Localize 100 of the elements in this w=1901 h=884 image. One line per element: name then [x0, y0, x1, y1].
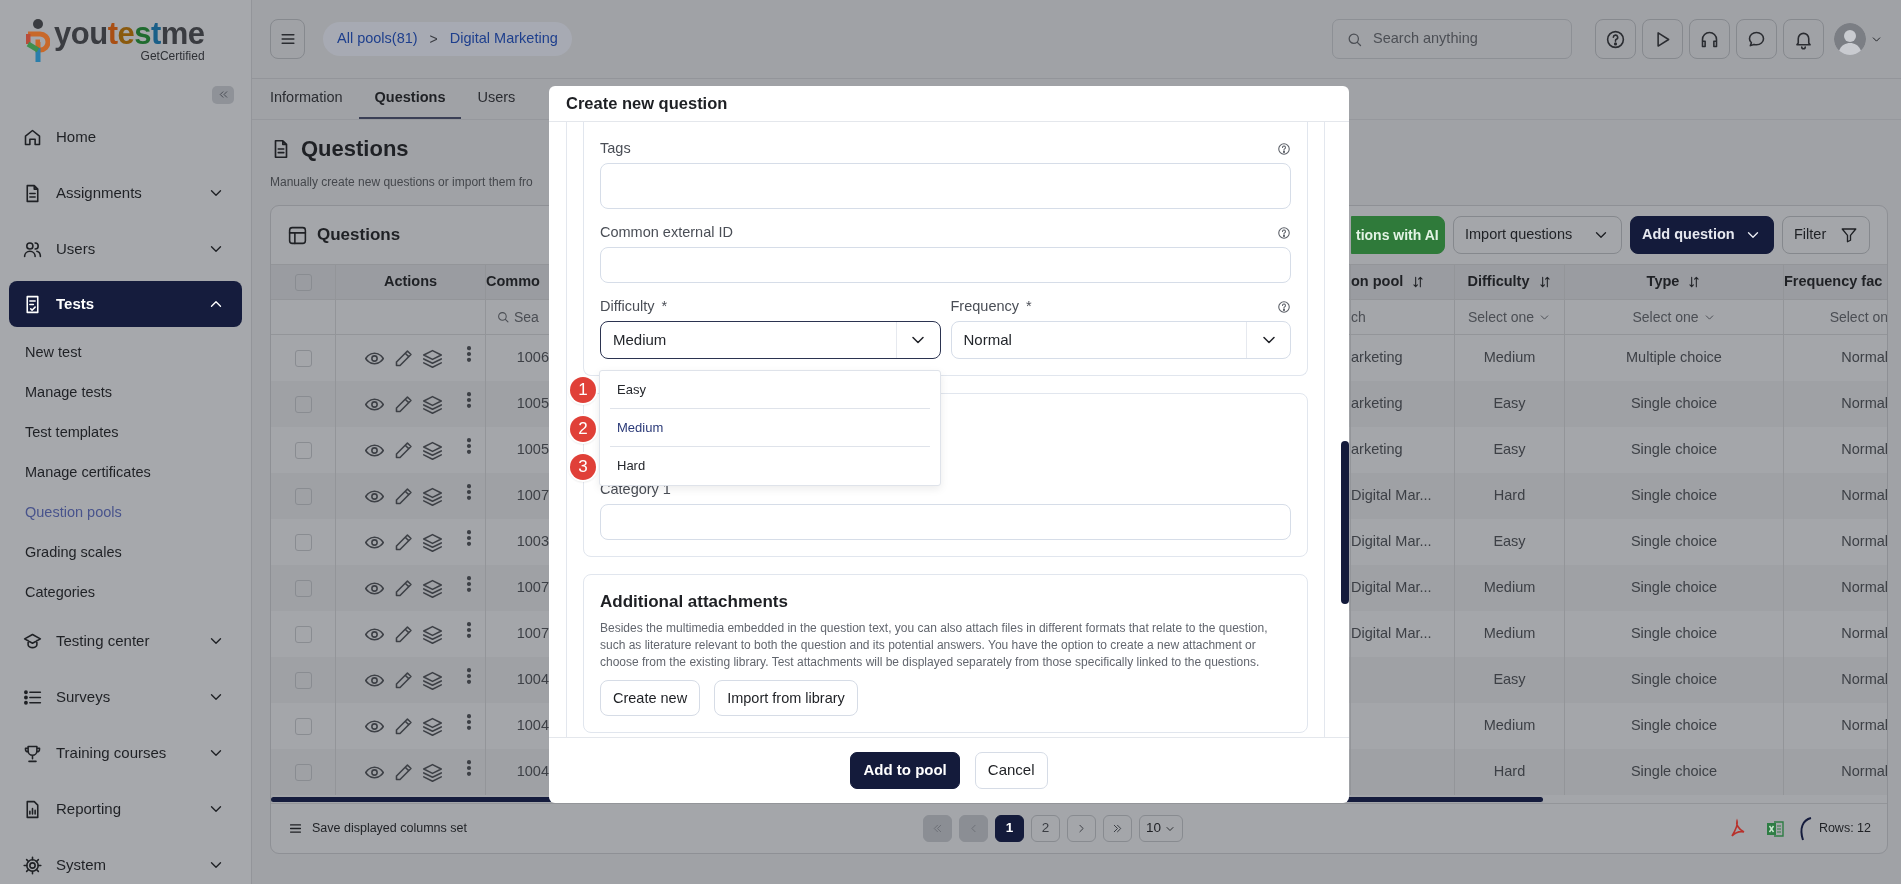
- help-icon[interactable]: [1277, 142, 1291, 156]
- cancel-button[interactable]: Cancel: [974, 752, 1048, 789]
- sidebar-item[interactable]: Users: [0, 221, 251, 277]
- spreadsheet-icon[interactable]: [1764, 818, 1785, 839]
- headset-button[interactable]: [1689, 19, 1730, 59]
- tags-field[interactable]: [600, 163, 1291, 209]
- sidebar-item[interactable]: Reporting: [0, 781, 251, 837]
- sidebar-item[interactable]: System: [0, 837, 251, 884]
- submenu-item[interactable]: Manage tests: [0, 373, 251, 413]
- attachment-button[interactable]: Create new: [600, 680, 701, 717]
- add-to-pool-button[interactable]: Add to pool: [850, 752, 960, 789]
- external-id-field[interactable]: [600, 247, 1291, 283]
- column-header[interactable]: Type: [1646, 271, 1680, 293]
- avatar[interactable]: [1834, 23, 1866, 55]
- row-checkbox[interactable]: [294, 441, 312, 459]
- sidebar-item[interactable]: Testing center: [0, 613, 251, 669]
- submenu-item[interactable]: Test templates: [0, 413, 251, 453]
- layers-icon[interactable]: [422, 531, 443, 553]
- dropdown-option[interactable]: Hard: [610, 447, 930, 485]
- table-cell-text: 1004: [516, 716, 549, 736]
- layers-icon[interactable]: [422, 439, 443, 461]
- layers-icon[interactable]: [422, 623, 443, 645]
- help-icon[interactable]: [1277, 300, 1291, 314]
- row-checkbox[interactable]: [294, 533, 312, 551]
- edit-icon[interactable]: [393, 347, 414, 369]
- row-checkbox[interactable]: [294, 349, 312, 367]
- layers-icon[interactable]: [422, 715, 443, 737]
- layers-icon[interactable]: [422, 485, 443, 507]
- edit-icon[interactable]: [393, 623, 414, 645]
- layers-icon[interactable]: [422, 577, 443, 599]
- column-header[interactable]: Difficulty: [1467, 271, 1530, 293]
- submenu-item[interactable]: Manage certificates: [0, 453, 251, 493]
- table-cell-text: 1003: [516, 532, 549, 552]
- submenu-item[interactable]: New test: [0, 333, 251, 373]
- scrollbar[interactable]: [1341, 441, 1349, 604]
- edit-icon[interactable]: [393, 531, 414, 553]
- import-button[interactable]: Import questions: [1453, 216, 1622, 254]
- sidebar-item[interactable]: Surveys: [0, 669, 251, 725]
- layers-icon[interactable]: [422, 761, 443, 783]
- layers-icon[interactable]: [422, 669, 443, 691]
- sidebar-item[interactable]: Home: [0, 109, 251, 165]
- submenu-item[interactable]: Categories: [0, 573, 251, 613]
- chat-button[interactable]: [1736, 19, 1777, 59]
- category-field[interactable]: [600, 504, 1291, 540]
- edit-icon[interactable]: [393, 715, 414, 737]
- layers-icon[interactable]: [422, 393, 443, 415]
- layers-icon[interactable]: [422, 347, 443, 369]
- required-mark: *: [661, 297, 668, 317]
- ai-generate-button[interactable]: tions with AI: [1351, 216, 1445, 254]
- breadcrumb-link[interactable]: Digital Marketing: [449, 28, 558, 50]
- breadcrumb-link[interactable]: All pools(81): [337, 28, 418, 50]
- menu-button[interactable]: [270, 19, 305, 59]
- table-cell-text: Single choice: [1630, 762, 1718, 782]
- select-field[interactable]: Normal: [950, 321, 1291, 359]
- row-checkbox[interactable]: [294, 625, 312, 643]
- filter-field[interactable]: Sea: [514, 306, 539, 328]
- page-button[interactable]: 2: [1030, 815, 1060, 842]
- table-cell-text: Medium: [1483, 578, 1536, 598]
- sort-icon[interactable]: [1687, 275, 1702, 289]
- filter-button[interactable]: Filter: [1782, 216, 1870, 254]
- filter-select[interactable]: Select on: [1829, 306, 1887, 328]
- notifications-button[interactable]: [1783, 19, 1824, 59]
- table-cell-text: Digital Mar...: [1351, 532, 1432, 552]
- help-button[interactable]: [1595, 19, 1636, 59]
- edit-icon[interactable]: [393, 393, 414, 415]
- add-question-button[interactable]: Add question: [1630, 216, 1774, 254]
- column-header: Frequency fac: [1784, 272, 1883, 292]
- tab[interactable]: Users: [461, 79, 532, 119]
- save-columns-link[interactable]: Save displayed columns set: [312, 819, 467, 838]
- sort-icon[interactable]: [1537, 275, 1552, 289]
- row-checkbox[interactable]: [294, 717, 312, 735]
- required-mark: *: [1026, 297, 1032, 317]
- page-size-select[interactable]: 10: [1138, 815, 1183, 842]
- filter-select[interactable]: Select one: [1467, 306, 1535, 328]
- page-button[interactable]: 1: [994, 815, 1024, 842]
- attachment-button[interactable]: Import from library: [714, 680, 858, 717]
- table-cell-text: 1004: [516, 670, 549, 690]
- filter-field[interactable]: ch: [1351, 306, 1366, 328]
- table-cell-text: Multiple choice: [1626, 348, 1722, 368]
- edit-icon[interactable]: [393, 761, 414, 783]
- dropdown-option[interactable]: Easy: [610, 371, 930, 409]
- sidebar-item[interactable]: Training courses: [0, 725, 251, 781]
- edit-icon[interactable]: [393, 577, 414, 599]
- edit-icon[interactable]: [393, 439, 414, 461]
- pdf-icon[interactable]: [1728, 817, 1747, 840]
- edit-icon[interactable]: [393, 485, 414, 507]
- sidebar-item[interactable]: Assignments: [0, 165, 251, 221]
- edit-icon[interactable]: [393, 669, 414, 691]
- tab[interactable]: Information: [254, 79, 359, 119]
- play-button[interactable]: [1642, 19, 1683, 59]
- filter-select[interactable]: Select one: [1632, 306, 1699, 328]
- sort-icon[interactable]: [1411, 275, 1426, 289]
- tab[interactable]: Questions: [358, 79, 462, 119]
- select-field[interactable]: Medium: [600, 321, 941, 359]
- field-label: Difficulty: [600, 297, 655, 317]
- sidebar-item[interactable]: Tests: [9, 281, 242, 327]
- submenu-item[interactable]: Grading scales: [0, 533, 251, 573]
- dropdown-option[interactable]: Medium: [610, 409, 930, 447]
- column-header[interactable]: on pool: [1351, 271, 1404, 293]
- help-icon[interactable]: [1277, 226, 1291, 240]
